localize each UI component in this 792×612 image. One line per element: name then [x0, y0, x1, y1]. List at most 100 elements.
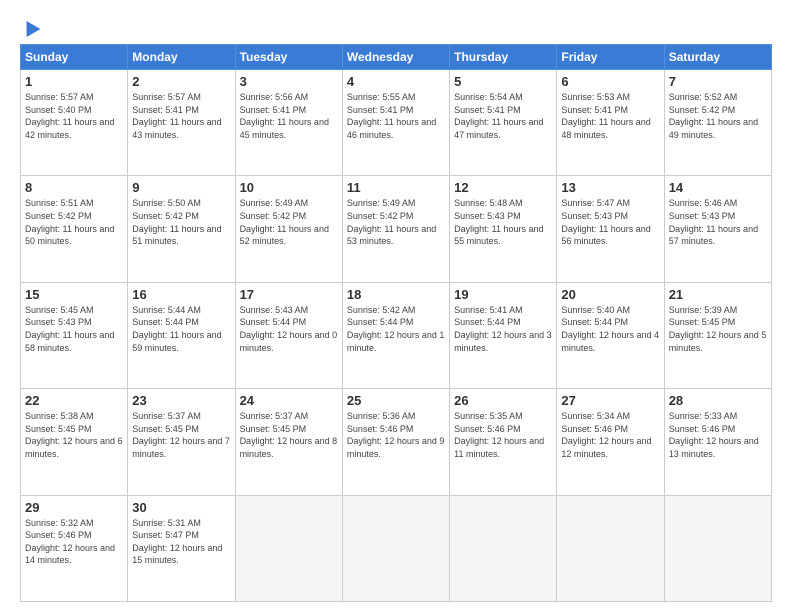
- day-number: 25: [347, 393, 445, 408]
- day-info: Sunrise: 5:34 AM Sunset: 5:46 PM Dayligh…: [561, 410, 659, 460]
- table-row: 1 Sunrise: 5:57 AM Sunset: 5:40 PM Daylig…: [21, 70, 128, 176]
- day-number: 4: [347, 74, 445, 89]
- day-info: Sunrise: 5:43 AM Sunset: 5:44 PM Dayligh…: [240, 304, 338, 354]
- day-info: Sunrise: 5:56 AM Sunset: 5:41 PM Dayligh…: [240, 91, 338, 141]
- day-info: Sunrise: 5:41 AM Sunset: 5:44 PM Dayligh…: [454, 304, 552, 354]
- day-info: Sunrise: 5:54 AM Sunset: 5:41 PM Dayligh…: [454, 91, 552, 141]
- day-number: 21: [669, 287, 767, 302]
- table-row: 3 Sunrise: 5:56 AM Sunset: 5:41 PM Daylig…: [235, 70, 342, 176]
- day-number: 26: [454, 393, 552, 408]
- day-info: Sunrise: 5:46 AM Sunset: 5:43 PM Dayligh…: [669, 197, 767, 247]
- table-row: 10Sunrise: 5:49 AM Sunset: 5:42 PM Dayli…: [235, 176, 342, 282]
- day-info: Sunrise: 5:57 AM Sunset: 5:41 PM Dayligh…: [132, 91, 230, 141]
- calendar-week-row: 29 Sunrise: 5:32 AM Sunset: 5:46 PM Dayli…: [21, 495, 772, 601]
- day-number: 6: [561, 74, 659, 89]
- day-info: Sunrise: 5:38 AM Sunset: 5:45 PM Dayligh…: [25, 410, 123, 460]
- day-info: Sunrise: 5:52 AM Sunset: 5:42 PM Dayligh…: [669, 91, 767, 141]
- logo-icon: [20, 17, 41, 37]
- day-info: Sunrise: 5:31 AM Sunset: 5:47 PM Dayligh…: [132, 517, 230, 567]
- day-number: 13: [561, 180, 659, 195]
- day-number: 5: [454, 74, 552, 89]
- day-number: 20: [561, 287, 659, 302]
- day-number: 28: [669, 393, 767, 408]
- table-row: 5 Sunrise: 5:54 AM Sunset: 5:41 PM Daylig…: [450, 70, 557, 176]
- calendar-header-monday: Monday: [128, 45, 235, 70]
- table-row: 25 Sunrise: 5:36 AM Sunset: 5:46 PM Dayli…: [342, 389, 449, 495]
- day-info: Sunrise: 5:37 AM Sunset: 5:45 PM Dayligh…: [240, 410, 338, 460]
- day-number: 29: [25, 500, 123, 515]
- day-number: 15: [25, 287, 123, 302]
- calendar-week-row: 1 Sunrise: 5:57 AM Sunset: 5:40 PM Daylig…: [21, 70, 772, 176]
- day-info: Sunrise: 5:53 AM Sunset: 5:41 PM Dayligh…: [561, 91, 659, 141]
- day-info: Sunrise: 5:55 AM Sunset: 5:41 PM Dayligh…: [347, 91, 445, 141]
- table-row: [342, 495, 449, 601]
- calendar-header-saturday: Saturday: [664, 45, 771, 70]
- day-info: Sunrise: 5:48 AM Sunset: 5:43 PM Dayligh…: [454, 197, 552, 247]
- day-number: 24: [240, 393, 338, 408]
- day-number: 30: [132, 500, 230, 515]
- day-number: 17: [240, 287, 338, 302]
- calendar-header-wednesday: Wednesday: [342, 45, 449, 70]
- day-number: 18: [347, 287, 445, 302]
- table-row: [450, 495, 557, 601]
- table-row: 13 Sunrise: 5:47 AM Sunset: 5:43 PM Dayli…: [557, 176, 664, 282]
- calendar-header-thursday: Thursday: [450, 45, 557, 70]
- day-number: 12: [454, 180, 552, 195]
- table-row: 27 Sunrise: 5:34 AM Sunset: 5:46 PM Dayli…: [557, 389, 664, 495]
- page: SundayMondayTuesdayWednesdayThursdayFrid…: [0, 0, 792, 612]
- table-row: 19 Sunrise: 5:41 AM Sunset: 5:44 PM Dayli…: [450, 282, 557, 388]
- calendar-header-row: SundayMondayTuesdayWednesdayThursdayFrid…: [21, 45, 772, 70]
- table-row: [664, 495, 771, 601]
- calendar-week-row: 8Sunrise: 5:51 AM Sunset: 5:42 PM Daylig…: [21, 176, 772, 282]
- day-info: Sunrise: 5:39 AM Sunset: 5:45 PM Dayligh…: [669, 304, 767, 354]
- day-info: Sunrise: 5:57 AM Sunset: 5:40 PM Dayligh…: [25, 91, 123, 141]
- calendar-header-sunday: Sunday: [21, 45, 128, 70]
- calendar-header-tuesday: Tuesday: [235, 45, 342, 70]
- table-row: 4 Sunrise: 5:55 AM Sunset: 5:41 PM Daylig…: [342, 70, 449, 176]
- table-row: 21 Sunrise: 5:39 AM Sunset: 5:45 PM Dayli…: [664, 282, 771, 388]
- day-info: Sunrise: 5:40 AM Sunset: 5:44 PM Dayligh…: [561, 304, 659, 354]
- table-row: 14 Sunrise: 5:46 AM Sunset: 5:43 PM Dayli…: [664, 176, 771, 282]
- day-info: Sunrise: 5:36 AM Sunset: 5:46 PM Dayligh…: [347, 410, 445, 460]
- calendar-week-row: 15 Sunrise: 5:45 AM Sunset: 5:43 PM Dayli…: [21, 282, 772, 388]
- day-info: Sunrise: 5:37 AM Sunset: 5:45 PM Dayligh…: [132, 410, 230, 460]
- day-number: 1: [25, 74, 123, 89]
- day-number: 2: [132, 74, 230, 89]
- table-row: 15 Sunrise: 5:45 AM Sunset: 5:43 PM Dayli…: [21, 282, 128, 388]
- day-number: 10: [240, 180, 338, 195]
- table-row: 16 Sunrise: 5:44 AM Sunset: 5:44 PM Dayli…: [128, 282, 235, 388]
- day-info: Sunrise: 5:44 AM Sunset: 5:44 PM Dayligh…: [132, 304, 230, 354]
- table-row: 30 Sunrise: 5:31 AM Sunset: 5:47 PM Dayli…: [128, 495, 235, 601]
- day-info: Sunrise: 5:42 AM Sunset: 5:44 PM Dayligh…: [347, 304, 445, 354]
- day-number: 22: [25, 393, 123, 408]
- day-info: Sunrise: 5:33 AM Sunset: 5:46 PM Dayligh…: [669, 410, 767, 460]
- table-row: 28 Sunrise: 5:33 AM Sunset: 5:46 PM Dayli…: [664, 389, 771, 495]
- table-row: 29 Sunrise: 5:32 AM Sunset: 5:46 PM Dayli…: [21, 495, 128, 601]
- calendar-header-friday: Friday: [557, 45, 664, 70]
- table-row: [557, 495, 664, 601]
- day-number: 3: [240, 74, 338, 89]
- table-row: 22 Sunrise: 5:38 AM Sunset: 5:45 PM Dayli…: [21, 389, 128, 495]
- header: [20, 16, 772, 34]
- calendar-week-row: 22 Sunrise: 5:38 AM Sunset: 5:45 PM Dayli…: [21, 389, 772, 495]
- day-number: 14: [669, 180, 767, 195]
- table-row: 11Sunrise: 5:49 AM Sunset: 5:42 PM Dayli…: [342, 176, 449, 282]
- day-info: Sunrise: 5:32 AM Sunset: 5:46 PM Dayligh…: [25, 517, 123, 567]
- table-row: 18 Sunrise: 5:42 AM Sunset: 5:44 PM Dayli…: [342, 282, 449, 388]
- logo: [20, 20, 38, 34]
- day-number: 8: [25, 180, 123, 195]
- table-row: 26 Sunrise: 5:35 AM Sunset: 5:46 PM Dayli…: [450, 389, 557, 495]
- table-row: 24 Sunrise: 5:37 AM Sunset: 5:45 PM Dayli…: [235, 389, 342, 495]
- day-number: 27: [561, 393, 659, 408]
- day-info: Sunrise: 5:47 AM Sunset: 5:43 PM Dayligh…: [561, 197, 659, 247]
- day-number: 16: [132, 287, 230, 302]
- day-info: Sunrise: 5:35 AM Sunset: 5:46 PM Dayligh…: [454, 410, 552, 460]
- table-row: 9Sunrise: 5:50 AM Sunset: 5:42 PM Daylig…: [128, 176, 235, 282]
- day-number: 23: [132, 393, 230, 408]
- day-number: 11: [347, 180, 445, 195]
- table-row: 8Sunrise: 5:51 AM Sunset: 5:42 PM Daylig…: [21, 176, 128, 282]
- day-info: Sunrise: 5:50 AM Sunset: 5:42 PM Dayligh…: [132, 197, 230, 247]
- table-row: 17 Sunrise: 5:43 AM Sunset: 5:44 PM Dayli…: [235, 282, 342, 388]
- day-info: Sunrise: 5:45 AM Sunset: 5:43 PM Dayligh…: [25, 304, 123, 354]
- day-number: 19: [454, 287, 552, 302]
